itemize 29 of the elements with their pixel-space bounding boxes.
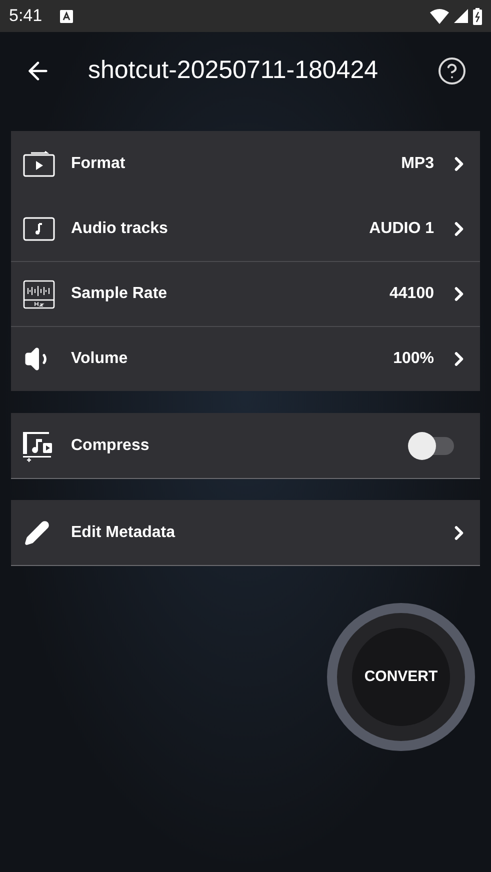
waveform-hz-icon: [23, 280, 55, 308]
setting-row[interactable]: Format MP3: [11, 131, 480, 196]
play-box-icon: [23, 150, 55, 176]
help-button[interactable]: [437, 56, 467, 86]
setting-value: AUDIO 1: [369, 218, 434, 238]
notification-icon: [60, 10, 74, 22]
wifi-icon: [430, 8, 449, 24]
setting-row[interactable]: Audio tracks AUDIO 1: [11, 196, 480, 261]
battery-icon: [473, 8, 482, 24]
setting-label: Format: [71, 154, 126, 174]
metadata-label: Edit Metadata: [71, 522, 176, 542]
music-note-icon: [23, 216, 55, 240]
compress-toggle[interactable]: [410, 432, 454, 460]
signal-icon: [454, 9, 468, 23]
setting-label: Volume: [71, 349, 128, 369]
status-time: 5:41: [9, 5, 42, 28]
setting-label: Audio tracks: [71, 218, 168, 238]
compress-icon: [22, 430, 54, 462]
setting-value: 100%: [393, 349, 434, 369]
setting-label: Sample Rate: [71, 284, 168, 304]
setting-row[interactable]: Sample Rate 44100: [11, 261, 480, 326]
setting-value: 44100: [390, 284, 434, 304]
compress-label: Compress: [71, 436, 150, 456]
setting-value: MP3: [401, 154, 434, 174]
edit-metadata-row[interactable]: Edit Metadata: [11, 500, 480, 566]
file-title: shotcut-20250711-180424: [88, 55, 378, 86]
convert-button[interactable]: CONVERT: [327, 603, 475, 751]
pencil-icon: [24, 520, 50, 546]
setting-row[interactable]: Volume 100%: [11, 326, 480, 391]
